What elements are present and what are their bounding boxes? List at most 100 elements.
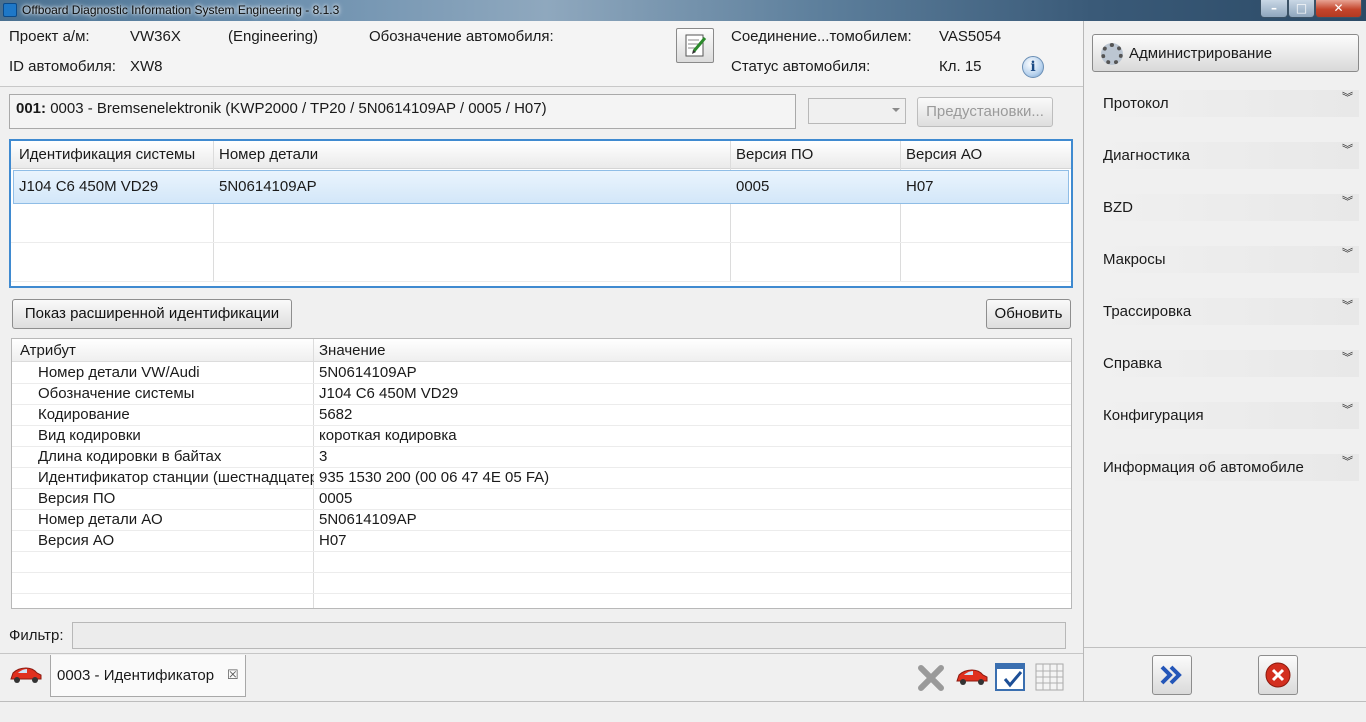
car-diagnosis-icon[interactable] [954,664,990,692]
row-part-number: 5N0614109AP [219,178,317,195]
variant-select[interactable] [808,98,906,124]
chevron-down-icon: ︾ [1342,299,1353,312]
nav-item-vehicle-info[interactable]: Информация об автомобиле ︾ [1094,454,1359,481]
attribute-name: Номер детали АО [38,511,163,528]
edit-vehicle-button[interactable] [676,28,714,63]
notepad-edit-icon [685,34,707,57]
window-title: Offboard Diagnostic Information System E… [22,3,340,17]
attribute-name: Версия АО [38,532,115,549]
nav-item-help[interactable]: Справка ︾ [1094,350,1359,377]
table-row[interactable]: Версия АО H07 [12,531,1071,552]
nav-item-protocol[interactable]: Протокол ︾ [1094,90,1359,117]
column-header-attribute[interactable]: Атрибут [20,342,76,359]
checklist-icon[interactable] [995,662,1027,696]
double-arrow-right-icon [1160,665,1182,685]
chevron-down-icon: ︾ [1342,91,1353,104]
connection-value: VAS5054 [939,28,1002,45]
vehicle-header: Проект а/м: VW36X (Engineering) Обозначе… [0,21,1083,87]
project-label: Проект а/м: [9,28,90,45]
filter-label: Фильтр: [9,627,64,644]
row-system-id: J104 C6 450M VD29 [19,178,159,195]
title-bar: Offboard Diagnostic Information System E… [0,0,1366,21]
attribute-name: Длина кодировки в байтах [38,448,222,465]
minimize-button[interactable]: – [1260,0,1288,18]
table-row[interactable]: Длина кодировки в байтах 3 [12,447,1071,468]
chevron-down-icon [892,108,900,112]
refresh-button[interactable]: Обновить [986,299,1071,329]
identification-table[interactable]: Идентификация системы Номер детали Верси… [9,139,1073,288]
close-window-button[interactable]: ✕ [1315,0,1362,18]
show-extended-identification-button[interactable]: Показ расширенной идентификации [12,299,292,329]
close-icon: ✕ [1333,1,1344,15]
nav-item-label: Информация об автомобиле [1103,459,1304,476]
tab-identification[interactable]: 0003 - Идентификатор ☒ [50,655,246,697]
filter-input[interactable] [72,622,1066,649]
table-row [12,573,1071,594]
project-mode: (Engineering) [228,28,319,45]
attribute-name: Версия ПО [38,490,116,507]
ecu-address: 001: [16,100,47,117]
nav-item-label: Трассировка [1103,303,1192,320]
nav-item-tracing[interactable]: Трассировка ︾ [1094,298,1359,325]
column-header-value[interactable]: Значение [319,342,386,359]
minimize-icon: – [1271,1,1277,15]
attribute-name: Вид кодировки [38,427,141,444]
table-header [12,339,1071,362]
nav-item-macros[interactable]: Макросы ︾ [1094,246,1359,273]
row-software-version: 0005 [736,178,770,195]
document-tab-bar: 0003 - Идентификатор ☒ [0,653,1083,701]
column-header-hardware-version[interactable]: Версия АО [906,146,982,163]
column-header-software-version[interactable]: Версия ПО [736,146,813,163]
forward-button[interactable] [1152,655,1192,695]
vehicle-status-label: Статус автомобиля: [731,58,871,75]
gear-icon [1101,43,1123,65]
info-icon[interactable]: i [1022,56,1044,78]
presets-button[interactable]: Предустановки... [917,97,1053,127]
nav-item-configuration[interactable]: Конфигурация ︾ [1094,402,1359,429]
nav-item-label: Макросы [1103,251,1166,268]
vehicle-id-value: XW8 [130,58,163,75]
ecu-description: 0003 - Bremsenelektronik (KWP2000 / TP20… [50,100,547,117]
table-row[interactable]: Номер детали АО 5N0614109AP [12,510,1071,531]
cancel-icon [1265,662,1291,688]
attribute-name: Кодирование [38,406,130,423]
attribute-name: Обозначение системы [38,385,195,402]
cancel-button[interactable] [1258,655,1298,695]
attribute-value: J104 C6 450M VD29 [319,385,459,402]
column-header-system-id[interactable]: Идентификация системы [19,146,195,163]
chevron-down-icon: ︾ [1342,195,1353,208]
nav-item-diagnostics[interactable]: Диагностика ︾ [1094,142,1359,169]
nav-item-label: Справка [1103,355,1162,372]
chevron-down-icon: ︾ [1342,143,1353,156]
table-row[interactable]: Кодирование 5682 [12,405,1071,426]
car-icon[interactable] [8,662,44,690]
administration-button[interactable]: Администрирование [1092,34,1359,72]
attribute-value: 3 [319,448,328,465]
column-header-part-number[interactable]: Номер детали [219,146,318,163]
grid-icon[interactable] [1034,662,1066,696]
nav-item-label: Диагностика [1103,147,1190,164]
attribute-value: 935 1530 200 (00 06 47 4E 05 FA) [319,469,550,486]
app-icon [3,3,17,17]
table-row[interactable]: Вид кодировки короткая кодировка [12,426,1071,447]
close-tab-icon[interactable]: ☒ [227,667,239,683]
attribute-table[interactable]: Атрибут Значение Номер детали VW/Audi 5N0… [11,338,1072,609]
row-hardware-version: H07 [906,178,934,195]
table-row[interactable]: Обозначение системы J104 C6 450M VD29 [12,384,1071,405]
table-row[interactable]: Идентификатор станции (шестнадцатеричный… [12,468,1071,489]
nav-item-bzd[interactable]: BZD ︾ [1094,194,1359,221]
vehicle-designation-label: Обозначение автомобиля: [369,28,554,45]
attribute-value: 5682 [319,406,353,423]
delete-icon[interactable] [916,663,946,697]
attribute-value: 0005 [319,490,353,507]
chevron-down-icon: ︾ [1342,351,1353,364]
attribute-name: Номер детали VW/Audi [38,364,200,381]
table-row[interactable]: Номер детали VW/Audi 5N0614109AP [12,363,1071,384]
maximize-button[interactable]: □ [1288,0,1315,18]
chevron-down-icon: ︾ [1342,247,1353,260]
status-bar [0,701,1366,722]
table-row[interactable]: Версия ПО 0005 [12,489,1071,510]
attribute-value: 5N0614109AP [319,511,417,528]
attribute-value: короткая кодировка [319,427,457,444]
table-row [12,552,1071,573]
